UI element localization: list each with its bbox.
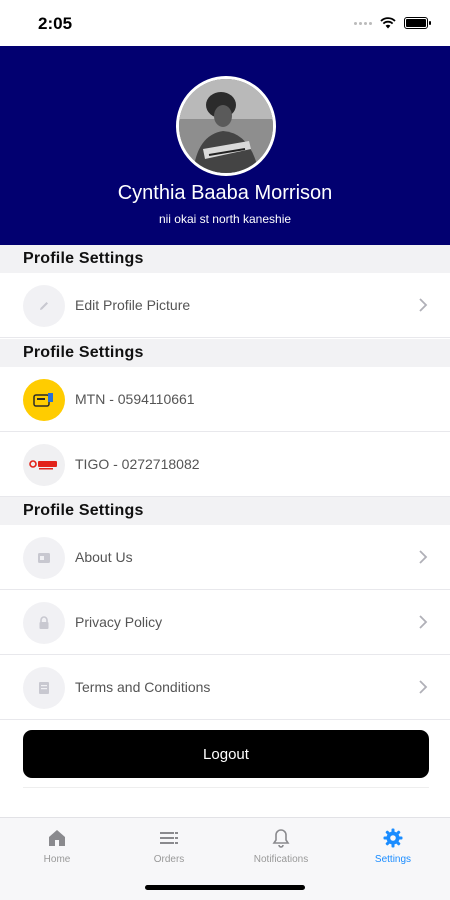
section-title: Profile Settings bbox=[23, 250, 144, 267]
tab-label: Orders bbox=[153, 854, 185, 865]
gear-icon bbox=[383, 828, 403, 848]
tab-orders[interactable]: Orders bbox=[113, 818, 225, 876]
logout-button[interactable]: Logout bbox=[23, 730, 429, 778]
airteltigo-logo bbox=[23, 444, 65, 486]
avatar-photo bbox=[179, 79, 273, 173]
user-name: Cynthia Baaba Morrison bbox=[117, 182, 333, 204]
section-header-profile-settings: Profile Settings bbox=[0, 497, 450, 525]
id-card-icon bbox=[23, 537, 65, 579]
user-address: nii okai st north kaneshie bbox=[158, 212, 292, 226]
lock-icon bbox=[23, 602, 65, 644]
tab-label: Notifications bbox=[253, 854, 309, 865]
terms-and-conditions-row[interactable]: Terms and Conditions bbox=[0, 655, 450, 720]
divider bbox=[23, 787, 429, 788]
tab-settings[interactable]: Settings bbox=[337, 818, 449, 876]
pencil-icon bbox=[23, 285, 65, 327]
status-icons bbox=[354, 17, 431, 29]
home-icon bbox=[49, 830, 65, 846]
bell-icon bbox=[272, 829, 290, 848]
section-header-profile-settings: Profile Settings bbox=[0, 245, 450, 273]
edit-profile-picture-row[interactable]: Edit Profile Picture bbox=[0, 273, 450, 338]
mtn-logo bbox=[23, 379, 65, 421]
row-label: MTN - 0594110661 bbox=[75, 391, 195, 407]
chevron-right-icon bbox=[419, 298, 428, 312]
tab-home[interactable]: Home bbox=[1, 818, 113, 876]
chevron-right-icon bbox=[419, 550, 428, 564]
chevron-right-icon bbox=[419, 615, 428, 629]
status-time: 2:05 bbox=[38, 14, 73, 33]
tab-label: Settings bbox=[374, 854, 412, 865]
row-label: Privacy Policy bbox=[75, 614, 163, 630]
home-indicator bbox=[145, 885, 305, 890]
status-bar: 2:05 bbox=[0, 0, 450, 46]
wifi-icon bbox=[380, 17, 396, 29]
tab-label: Home bbox=[43, 854, 71, 865]
signal-icon bbox=[354, 21, 372, 25]
section-title: Profile Settings bbox=[23, 502, 144, 519]
row-label: Edit Profile Picture bbox=[75, 297, 191, 313]
tab-notifications[interactable]: Notifications bbox=[225, 818, 337, 876]
list-icon bbox=[160, 832, 178, 844]
privacy-policy-row[interactable]: Privacy Policy bbox=[0, 590, 450, 655]
tigo-number-row[interactable]: TIGO - 0272718082 bbox=[0, 432, 450, 497]
row-label: About Us bbox=[75, 549, 133, 565]
chevron-right-icon bbox=[419, 680, 428, 694]
section-header-profile-settings: Profile Settings bbox=[0, 339, 450, 367]
mtn-number-row[interactable]: MTN - 0594110661 bbox=[0, 367, 450, 432]
row-label: TIGO - 0272718082 bbox=[75, 456, 200, 472]
profile-header: Cynthia Baaba Morrison nii okai st north… bbox=[0, 46, 450, 245]
about-us-row[interactable]: About Us bbox=[0, 525, 450, 590]
section-title: Profile Settings bbox=[23, 344, 144, 361]
avatar[interactable] bbox=[176, 76, 276, 176]
document-icon bbox=[23, 667, 65, 709]
row-label: Terms and Conditions bbox=[75, 679, 211, 695]
battery-icon bbox=[404, 17, 431, 29]
